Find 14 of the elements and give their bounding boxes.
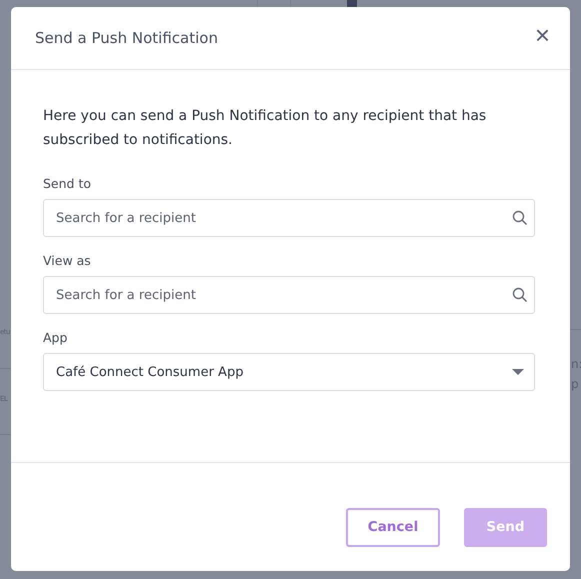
close-button[interactable]: ×: [534, 22, 550, 48]
search-field[interactable]: Search for a recipient: [43, 276, 535, 314]
intro-text: Here you can send a Push Notification to any recipient that has subscribed to notifications.: [43, 107, 488, 150]
search-field[interactable]: Search for a recipient: [43, 199, 535, 237]
app-dropdown[interactable]: Café Connect Consumer App: [43, 353, 535, 391]
dialog-title: Send a Push Notification: [35, 29, 218, 47]
field-label: Send to: [43, 176, 92, 191]
cancel-button[interactable]: Cancel: [346, 508, 440, 546]
search-icon: [512, 210, 528, 226]
caret-icon: [512, 368, 524, 376]
background-bar: [347, 0, 357, 7]
field-label: App: [43, 330, 68, 345]
search-icon: [512, 287, 528, 303]
field-label: View as: [43, 253, 92, 268]
